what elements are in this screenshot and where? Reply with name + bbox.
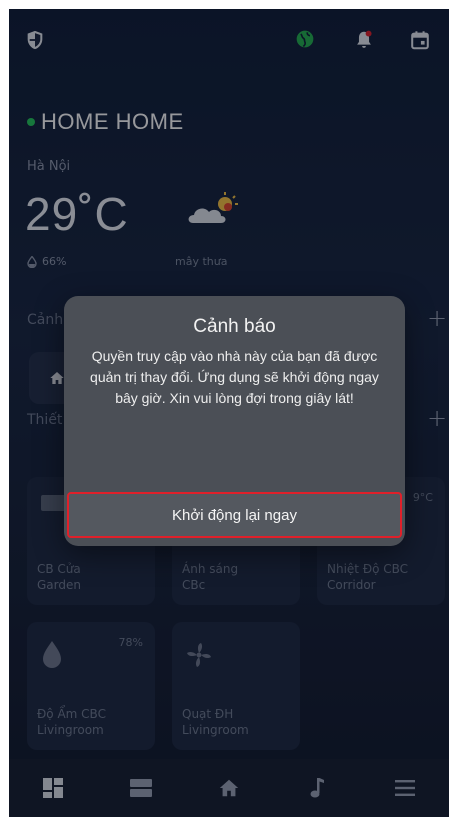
alert-dialog: Cảnh báo Quyền truy cập vào nhà này của … [64,296,405,546]
restart-now-button[interactable]: Khởi động lại ngay [67,492,402,538]
dialog-title: Cảnh báo [193,316,276,337]
dialog-message: Quyền truy cập vào nhà này của bạn đã đư… [90,348,379,406]
app-screen: HOME HOME Hà Nội 29˚C 66% mây thưa Cảnh … [9,9,449,817]
